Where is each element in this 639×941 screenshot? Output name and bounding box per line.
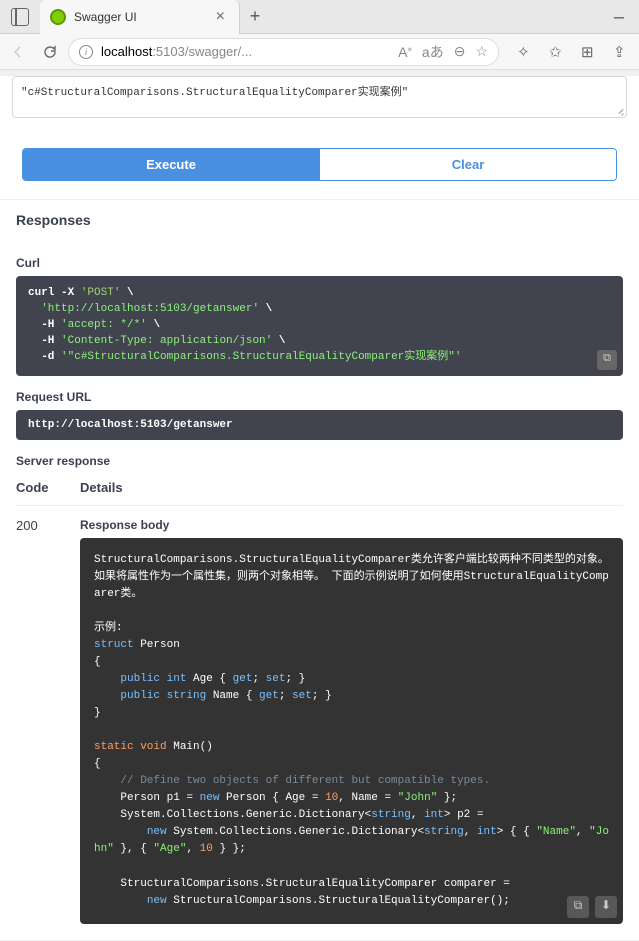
details-column-header: Details: [80, 480, 623, 495]
request-body-textarea[interactable]: "c#StructuralComparisons.StructuralEqual…: [12, 76, 627, 118]
back-button[interactable]: [8, 42, 28, 62]
favorites-bar-icon[interactable]: ✩: [549, 43, 567, 61]
response-table-header: Code Details: [16, 474, 623, 506]
browser-tab[interactable]: Swagger UI ×: [40, 0, 240, 34]
curl-label: Curl: [16, 256, 623, 270]
action-buttons: Execute Clear: [22, 148, 617, 181]
extensions-icon[interactable]: ✧: [517, 43, 535, 61]
request-url-block: http://localhost:5103/getanswer: [16, 410, 623, 440]
tab-overview-button[interactable]: [0, 8, 40, 26]
browser-toolbar: i localhost:5103/swagger/... A» aあ ⊖ ☆ ✧…: [0, 34, 639, 70]
swagger-favicon: [50, 9, 66, 25]
window-controls: ─: [599, 0, 639, 34]
request-url-label: Request URL: [16, 390, 623, 404]
copy-curl-button[interactable]: ⧉: [597, 350, 617, 370]
response-row: 200 Response body StructuralComparisons.…: [16, 518, 623, 924]
responses-heading: Responses: [0, 199, 639, 242]
new-tab-button[interactable]: +: [240, 6, 270, 27]
response-body-block: StructuralComparisons.StructuralEquality…: [80, 538, 623, 924]
favorite-icon[interactable]: ☆: [475, 43, 488, 60]
response-body-label: Response body: [80, 518, 623, 532]
read-aloud-icon[interactable]: A»: [398, 44, 412, 60]
titlebar: Swagger UI × + ─: [0, 0, 639, 34]
site-info-icon[interactable]: i: [79, 45, 93, 59]
download-response-button[interactable]: ⬇: [595, 896, 617, 918]
url-text: localhost:5103/swagger/...: [101, 44, 390, 59]
minimize-button[interactable]: ─: [599, 0, 639, 34]
collections-icon[interactable]: ⊞: [581, 43, 599, 61]
server-response-label: Server response: [16, 454, 623, 468]
zoom-icon[interactable]: ⊖: [454, 43, 466, 60]
swagger-content: "c#StructuralComparisons.StructuralEqual…: [0, 76, 639, 940]
clear-button[interactable]: Clear: [319, 149, 616, 180]
address-bar[interactable]: i localhost:5103/swagger/... A» aあ ⊖ ☆: [68, 38, 499, 66]
code-column-header: Code: [16, 480, 80, 495]
close-tab-icon[interactable]: ×: [212, 8, 229, 26]
resize-handle[interactable]: [616, 107, 624, 115]
tab-title: Swagger UI: [74, 10, 212, 24]
status-code: 200: [16, 518, 80, 924]
execute-button[interactable]: Execute: [23, 149, 319, 180]
curl-block: curl -X 'POST' \ 'http://localhost:5103/…: [16, 276, 623, 376]
translate-icon[interactable]: aあ: [422, 42, 444, 62]
share-icon[interactable]: ⇪: [613, 43, 631, 61]
copy-response-button[interactable]: ⧉: [567, 896, 589, 918]
refresh-button[interactable]: [40, 42, 60, 62]
